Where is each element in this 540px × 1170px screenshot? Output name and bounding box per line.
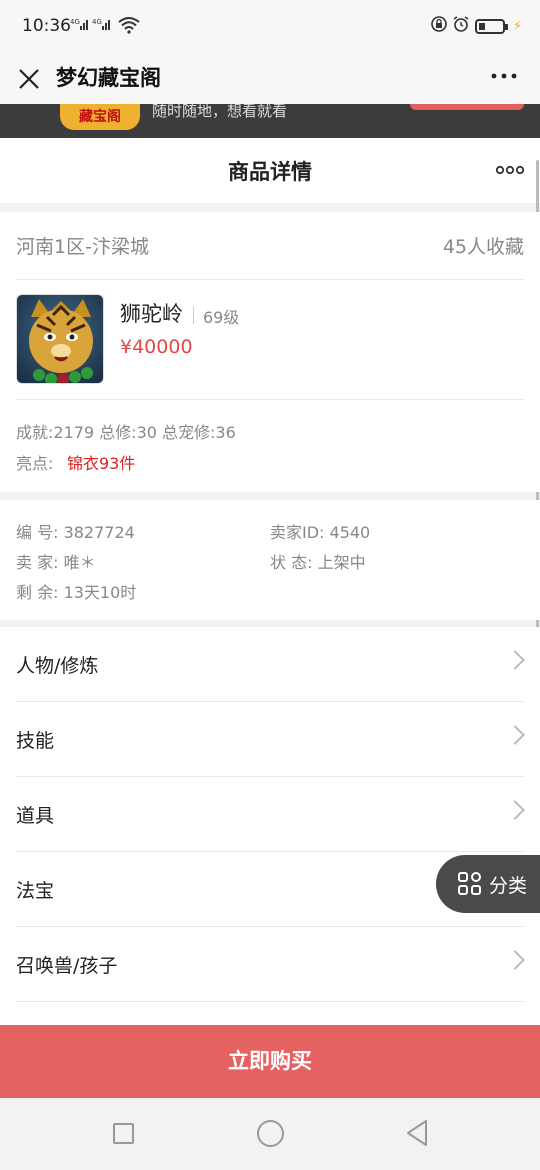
banner-button[interactable] <box>410 104 524 110</box>
section-label: 道具 <box>16 805 55 827</box>
window-title: 梦幻藏宝阁 <box>56 66 161 90</box>
section-label: 技能 <box>16 730 55 752</box>
battery-icon <box>474 18 508 34</box>
seller-name: 卖 家: 唯＊ <box>16 553 96 572</box>
home-icon[interactable] <box>257 1120 284 1147</box>
chevron-right-icon <box>505 650 525 670</box>
close-icon[interactable] <box>14 60 44 96</box>
item-card: 河南1区-汴梁城 45人收藏 狮驼岭 69级 ¥40000 成就:2179 总修… <box>0 212 540 492</box>
section-item-pets[interactable]: 召唤兽/孩子 <box>0 927 540 1002</box>
status-bar: 10:36 4G 4G ⚡ <box>0 0 540 52</box>
character-name: 狮驼岭 <box>120 302 183 326</box>
divider <box>16 279 524 280</box>
section-item-skills[interactable]: 技能 <box>0 702 540 777</box>
banner-slogan: 随时随地，想看就看 <box>152 104 288 120</box>
buy-now-button[interactable]: 立即购买 <box>0 1025 540 1098</box>
seller-id: 卖家ID: 4540 <box>270 523 371 542</box>
item-price: ¥40000 <box>120 336 193 358</box>
section-label: 人物/修炼 <box>16 655 99 677</box>
banner-logo: 藏宝阁 <box>60 104 140 130</box>
lock-icon <box>431 16 447 36</box>
system-nav-bar <box>0 1098 540 1170</box>
wifi-icon <box>118 16 140 38</box>
highlight-label: 亮点: <box>16 454 54 473</box>
character-avatar <box>16 294 104 384</box>
divider <box>16 399 524 400</box>
app-banner[interactable]: 藏宝阁 随时随地，想看就看 <box>0 104 540 138</box>
section-label: 召唤兽/孩子 <box>16 955 118 977</box>
alarm-icon <box>453 16 469 36</box>
divider <box>193 306 194 324</box>
character-level: 69级 <box>203 308 240 327</box>
more-icon[interactable] <box>490 56 518 99</box>
category-float-button[interactable]: 分类 <box>436 855 540 913</box>
item-meta-card: 编 号: 3827724 卖家ID: 4540 卖 家: 唯＊ 状 态: 上架中… <box>0 500 540 620</box>
chevron-right-icon <box>505 725 525 745</box>
section-item-items[interactable]: 道具 <box>0 777 540 852</box>
divider <box>16 1001 524 1002</box>
chevron-right-icon <box>505 800 525 820</box>
category-label: 分类 <box>489 875 528 897</box>
highlight-value: 锦衣93件 <box>67 454 136 473</box>
svg-text:4G: 4G <box>92 18 102 26</box>
item-id: 编 号: 3827724 <box>16 523 135 542</box>
section-label: 法宝 <box>16 880 55 902</box>
more-options-icon[interactable] <box>495 158 525 183</box>
clock: 10:36 <box>22 16 71 36</box>
section-list: 人物/修炼 技能 道具 法宝 召唤兽/孩子 <box>0 627 540 1025</box>
section-item-character[interactable]: 人物/修炼 <box>0 627 540 702</box>
recents-icon[interactable] <box>113 1123 134 1144</box>
window-title-bar: 梦幻藏宝阁 <box>0 52 540 104</box>
character-stats: 成就:2179 总修:30 总宠修:36 <box>16 423 236 442</box>
grid-icon <box>458 872 484 898</box>
status-right: ⚡ <box>431 16 522 36</box>
server-name: 河南1区-汴梁城 <box>16 236 149 258</box>
svg-text:4G: 4G <box>70 18 80 26</box>
time-remaining: 剩 余: 13天10时 <box>16 583 137 602</box>
listing-status: 状 态: 上架中 <box>270 553 366 572</box>
page-header: 商品详情 <box>0 138 540 204</box>
page-title: 商品详情 <box>228 160 312 184</box>
favorites-count: 45人收藏 <box>442 236 524 258</box>
chevron-right-icon <box>505 950 525 970</box>
charging-icon: ⚡ <box>512 18 522 34</box>
signal-icon: 4G 4G <box>70 17 122 34</box>
